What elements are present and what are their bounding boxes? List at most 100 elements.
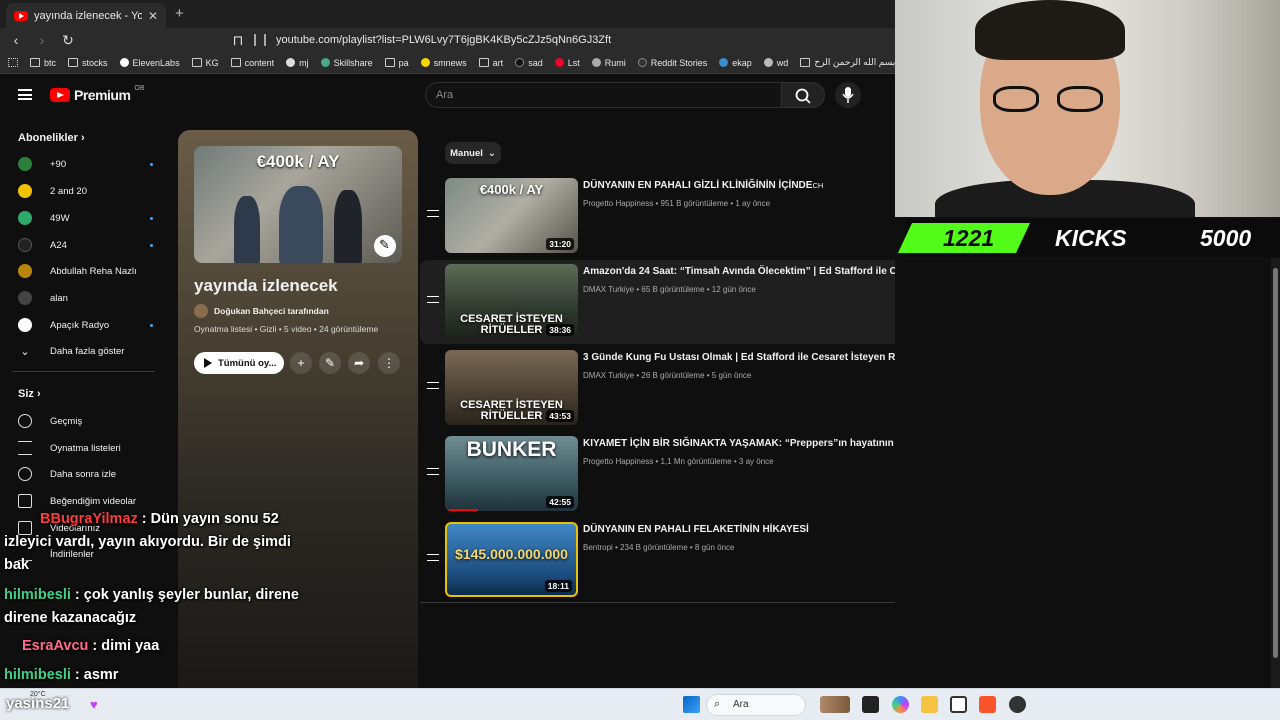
bookmark-item[interactable]: wd [763,58,788,68]
scrollbar[interactable] [1271,258,1280,688]
chat-message: BBugraYilmaz : Dün yayın sonu 52 izleyic… [4,511,291,573]
taskbar-search[interactable]: Ara [706,694,806,716]
youtube-favicon-icon [14,10,28,21]
share-icon[interactable]: ➦ [348,352,370,374]
kick-count: 1221 [943,225,995,251]
show-more-button[interactable]: ⌄ Daha fazla göster [18,340,153,362]
video-title[interactable]: KIYAMET İÇİN BİR SIĞINAKTA YAŞAMAK: “Pre… [583,438,933,449]
drag-handle-icon[interactable] [427,296,439,303]
sidebar-item-playlists[interactable]: Oynatma listeleri [18,437,153,459]
url-field[interactable]: youtube.com/playlist?list=PLW6Lvy7T6jgBK… [248,29,893,51]
voice-search-button[interactable] [835,82,861,108]
sidebar-subscription[interactable]: +90 [18,153,153,175]
drag-handle-icon[interactable] [427,210,439,217]
sidebar-subscription[interactable]: alan [18,287,153,309]
chevron-down-icon: ⌄ [20,345,30,358]
thumbs-up-icon [18,494,32,508]
channel-avatar [18,318,32,332]
webcam-overlay [895,0,1280,217]
drag-handle-icon[interactable] [427,382,439,389]
video-thumbnail[interactable]: CESARET İSTEYEN RİTÜELLER 43:53 [445,350,578,425]
channel-avatar [18,211,32,225]
edit-thumbnail-button[interactable] [374,235,396,257]
bookmark-item[interactable]: Skillshare [320,58,373,68]
search-button[interactable] [781,82,825,108]
video-thumbnail[interactable]: CESARET İSTEYEN RİTÜELLER 38:36 [445,264,578,339]
bookmark-item[interactable]: mj [286,58,309,68]
video-thumbnail[interactable]: BUNKER 42:55 [445,436,578,511]
bookmark-item[interactable]: ElevenLabs [119,58,180,68]
youtube-premium-logo[interactable]: Premium OB [50,85,145,103]
forward-icon[interactable]: › [32,32,52,48]
sort-dropdown[interactable]: Manuel ⌄ [445,142,501,164]
subscriptions-heading[interactable]: Abonelikler › [18,132,85,144]
brave-browser-icon[interactable] [979,696,996,713]
sidebar-subscription[interactable]: 2 and 20 [18,180,153,202]
video-title[interactable]: DÜNYANIN EN PAHALI GİZLİ KLİNİĞİNİN İÇİN… [583,180,823,191]
reload-icon[interactable]: ↻ [58,32,78,49]
windows-start-icon[interactable] [683,696,700,713]
bookmark-item[interactable]: pa [384,58,409,68]
more-options-icon[interactable]: ⋮ [378,352,400,374]
webcam-hair [975,0,1125,60]
bookmark-item[interactable]: smnews [420,58,467,68]
video-meta: Progetto Happiness • 951 B görüntüleme •… [583,199,771,208]
bookmark-item[interactable]: Lst [554,58,580,68]
kick-goal-bar: 1221 KICKS 5000 [898,219,1280,257]
divider [12,371,155,372]
search-icon [795,88,811,104]
video-thumbnail[interactable]: €400k / AY 31:20 [445,178,578,253]
edit-icon[interactable]: ✎ [319,352,341,374]
sidebar-item-watch-later[interactable]: Daha sonra izle [18,463,153,485]
playlist-thumbnail[interactable]: €400k / AY [194,146,402,263]
new-tab-icon[interactable]: + [175,5,184,22]
scrollbar-thumb[interactable] [1273,268,1278,658]
apps-icon[interactable] [8,58,18,67]
task-view-icon[interactable] [862,696,879,713]
menu-icon[interactable] [18,89,32,100]
bookmark-item[interactable]: KG [191,58,219,68]
bookmark-item[interactable]: art [478,58,503,68]
bookmark-item[interactable]: Rumi [591,58,626,68]
site-info-icon[interactable] [254,34,266,46]
close-tab-icon[interactable]: ✕ [148,9,158,23]
file-explorer-icon[interactable] [921,696,938,713]
sidebar-subscription[interactable]: Abdullah Reha Nazlı [18,260,153,282]
bookmark-item[interactable]: Reddit Stories [637,58,707,68]
you-heading[interactable]: Siz › [18,388,41,400]
bookmark-item[interactable]: ekap [719,58,752,68]
bookmark-item[interactable]: content [230,58,274,68]
search-input[interactable]: Ara [425,82,782,108]
bookmark-item[interactable]: btc [30,58,56,68]
url-text: youtube.com/playlist?list=PLW6Lvy7T6jgBK… [276,34,612,46]
bookmark-item[interactable]: stocks [68,58,108,68]
bookmark-icon[interactable]: ⊓ [228,32,248,49]
mic-icon [842,87,854,103]
sidebar-item-history[interactable]: Geçmiş [18,410,153,432]
bookmark-item[interactable]: sad [515,58,543,68]
add-icon[interactable]: + [290,352,312,374]
sidebar-subscription[interactable]: 49W [18,207,153,229]
video-title[interactable]: DÜNYANIN EN PAHALI FELAKETİNİN HİKAYESİ [583,524,809,535]
duration-badge: 42:55 [546,496,574,508]
browser-tab[interactable]: yayında izlenecek - YouTube ✕ [6,3,166,28]
play-all-button[interactable]: Tümünü oy... [194,352,284,374]
sidebar-subscription[interactable]: Apaçık Radyo [18,314,153,336]
search-highlight-icon [820,696,850,713]
chat-message: hilmibesli : çok yanlış şeyler bunlar, d… [4,587,299,626]
bookmark-item[interactable]: بسم الله الرحمن الرح... [800,57,895,68]
browser-tab-bar: yayında izlenecek - YouTube ✕ + [0,0,895,28]
back-icon[interactable]: ‹ [6,32,26,48]
playlist-owner[interactable]: Doğukan Bahçeci tarafından [194,304,329,318]
channel-avatar [18,238,32,252]
video-thumbnail[interactable]: $145.000.000.000 18:11 [445,522,578,597]
drag-handle-icon[interactable] [427,554,439,561]
copilot-icon[interactable] [892,696,909,713]
drag-handle-icon[interactable] [427,468,439,475]
channel-avatar [18,184,32,198]
snipping-tool-icon[interactable] [950,696,967,713]
sidebar-subscription[interactable]: A24 [18,234,153,256]
obs-icon[interactable] [1009,696,1026,713]
duration-badge: 18:11 [544,580,572,592]
webcam-glasses [993,86,1107,112]
